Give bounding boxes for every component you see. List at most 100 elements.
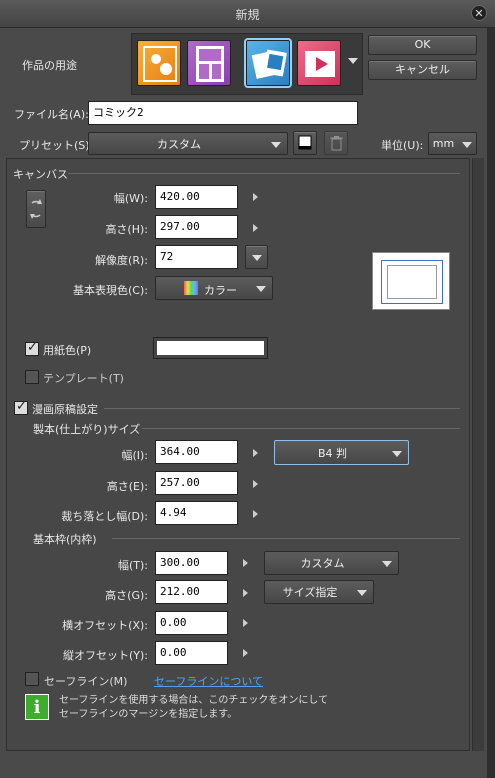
resolution-label: 解像度(R): [95, 254, 148, 267]
inner-height-label: 高さ(G): [105, 589, 148, 602]
comic-icon [196, 46, 224, 82]
purpose-animation-button[interactable] [297, 40, 341, 86]
paper-color-label: 用紙色(P) [43, 344, 92, 357]
color-mode-dropdown[interactable]: カラー [155, 276, 273, 300]
close-icon[interactable]: ✕ [471, 5, 487, 21]
finish-height-spinner-icon[interactable] [253, 480, 258, 488]
finish-size-section-title: 製本(仕上がり)サイズ [33, 423, 141, 436]
resolution-dropdown[interactable] [245, 245, 268, 269]
size-preset-dropdown[interactable]: B4 判 [274, 440, 409, 465]
x-offset-input[interactable]: 0.00 [155, 611, 228, 635]
chevron-down-icon [462, 141, 472, 148]
chevron-down-icon [256, 286, 266, 292]
inner-width-input[interactable]: 300.00 [155, 551, 228, 575]
unit-label: 単位(U): [381, 139, 424, 152]
purpose-all-comic-button[interactable] [244, 38, 292, 88]
finish-width-input[interactable]: 364.00 [155, 440, 238, 464]
inner-width-spinner-icon[interactable] [243, 559, 248, 567]
preset-value: カスタム [157, 137, 201, 151]
title-bar: 新規 [0, 0, 495, 28]
background-strip [487, 28, 495, 778]
safe-line-info-line-2: セーフラインのマージンを指定します。 [59, 709, 238, 720]
x-offset-spinner-icon[interactable] [243, 619, 248, 627]
canvas-preview [372, 252, 450, 310]
y-offset-label: 縦オフセット(Y): [62, 649, 148, 662]
save-preset-button[interactable] [293, 131, 317, 155]
purpose-illustration-button[interactable] [137, 40, 181, 86]
rotate-icon [30, 199, 42, 219]
purpose-comic-button[interactable] [187, 40, 231, 86]
canvas-width-spinner-icon[interactable] [253, 193, 258, 201]
purpose-dropdown-icon[interactable] [348, 58, 358, 64]
inner-frame-section-title: 基本枠(内枠) [33, 533, 97, 546]
purpose-label: 作品の用途 [22, 59, 77, 72]
chevron-down-icon [357, 590, 367, 596]
bleed-label: 裁ち落とし幅(D): [61, 510, 148, 523]
section-divider [68, 173, 460, 174]
bleed-input[interactable]: 4.94 [155, 501, 238, 525]
paper-color-swatch[interactable] [153, 337, 268, 359]
safe-line-checkbox[interactable] [25, 672, 39, 686]
chevron-down-icon [382, 561, 392, 567]
paper-color-fill [157, 341, 264, 355]
canvas-section-title: キャンバス [13, 168, 68, 181]
manga-settings-label: 漫画原稿設定 [32, 403, 98, 416]
safe-line-help-link[interactable]: セーフラインについて [154, 673, 263, 689]
cancel-button[interactable]: キャンセル [368, 60, 477, 80]
inner-height-input[interactable]: 212.00 [155, 580, 228, 604]
safe-line-label: セーフライン(M) [44, 675, 128, 688]
finish-width-spinner-icon[interactable] [253, 449, 258, 457]
color-mode-label: 基本表現色(C): [73, 284, 148, 297]
size-preset-value: B4 判 [317, 446, 348, 460]
canvas-width-input[interactable]: 420.00 [155, 185, 238, 209]
rotate-button[interactable] [26, 190, 46, 228]
canvas-height-label: 高さ(H): [105, 223, 148, 236]
preset-dropdown[interactable]: カスタム [88, 132, 288, 155]
finish-height-label: 高さ(E): [106, 480, 148, 493]
color-mode-value: カラー [204, 284, 237, 297]
safe-line-info-line-1: セーフラインを使用する場合は、このチェックをオンにして [59, 695, 329, 706]
trash-icon [330, 136, 343, 151]
y-offset-input[interactable]: 0.00 [155, 641, 228, 665]
finish-height-input[interactable]: 257.00 [155, 471, 238, 495]
resolution-input[interactable]: 72 [155, 245, 238, 269]
illustration-icon [143, 46, 177, 82]
section-divider [112, 538, 460, 539]
inner-mode-value: サイズ指定 [282, 586, 338, 599]
paper-color-checkbox[interactable] [25, 340, 39, 356]
canvas-height-input[interactable]: 297.00 [155, 215, 238, 239]
preview-inner-frame [387, 265, 437, 299]
file-name-label: ファイル名(A): [14, 108, 89, 121]
inner-preset-dropdown[interactable]: カスタム [264, 551, 399, 575]
template-label: テンプレート(T) [43, 372, 124, 385]
unit-dropdown[interactable]: mm [428, 132, 477, 155]
info-icon: i [25, 694, 49, 720]
canvas-height-spinner-icon[interactable] [253, 224, 258, 232]
scrollbar[interactable] [472, 158, 484, 751]
unit-value: mm [432, 137, 455, 150]
template-checkbox[interactable] [25, 370, 39, 384]
inner-height-spinner-icon[interactable] [243, 589, 248, 597]
section-divider [104, 408, 460, 409]
animation-icon [305, 51, 335, 77]
save-preset-icon [298, 135, 312, 150]
delete-preset-button[interactable] [324, 131, 348, 155]
inner-width-label: 幅(T): [117, 559, 148, 572]
section-divider [142, 428, 460, 429]
preset-label: プリセット(S): [19, 139, 94, 152]
file-name-input[interactable]: コミック2 [88, 101, 358, 125]
finish-width-label: 幅(I): [121, 449, 148, 462]
chevron-down-icon [271, 141, 281, 148]
window-title: 新規 [235, 8, 260, 22]
manga-settings-checkbox[interactable] [14, 399, 28, 415]
inner-preset-value: カスタム [300, 557, 345, 570]
color-mode-icon [184, 281, 198, 295]
y-offset-spinner-icon[interactable] [243, 649, 248, 657]
inner-mode-dropdown[interactable]: サイズ指定 [264, 580, 374, 604]
chevron-down-icon [252, 255, 262, 261]
ok-button[interactable]: OK [368, 35, 477, 55]
chevron-down-icon [392, 450, 402, 457]
all-comic-icon [251, 49, 287, 79]
bleed-spinner-icon[interactable] [253, 510, 258, 518]
canvas-width-label: 幅(W): [113, 192, 148, 205]
